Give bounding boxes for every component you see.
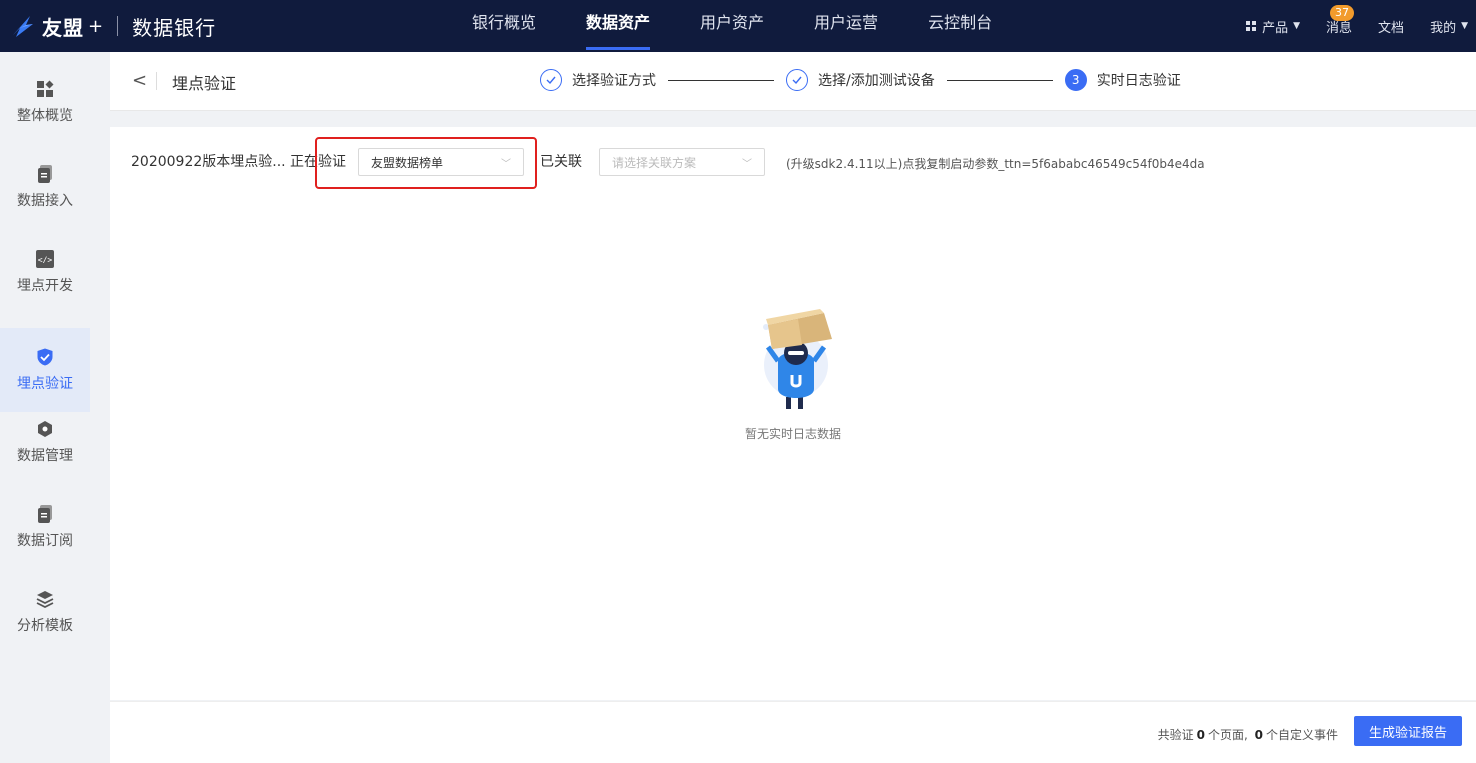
docs-label: 文档 (1378, 20, 1405, 36)
dashboard-icon (35, 79, 55, 99)
back-button[interactable]: < (132, 70, 147, 91)
stat-suffix: 个自定义事件 (1265, 728, 1338, 742)
nav-user-operations[interactable]: 用户运营 (814, 0, 878, 52)
verification-stats: 共验证 0 个页面, 0 个自定义事件 (1158, 726, 1338, 743)
brand-name: 友盟 (42, 15, 84, 40)
apps-grid-icon (1246, 21, 1257, 31)
mine-label: 我的 (1430, 20, 1457, 36)
page-title: 埋点验证 (172, 74, 237, 93)
stat-prefix: 共验证 (1157, 728, 1194, 742)
sidebar: 整体概览 数据接入 </> 埋点开发 埋点验证 数据管理 数据订阅 分析模板 (0, 52, 90, 762)
session-status: 20200922版本埋点验... 正在验证 (131, 154, 347, 170)
hexagon-icon (35, 419, 55, 439)
step-label: 选择验证方式 (572, 73, 656, 89)
svg-text:</>: </> (38, 256, 53, 265)
nav-bank-overview[interactable]: 银行概览 (472, 0, 536, 52)
step-1[interactable]: 选择验证方式 (540, 69, 656, 91)
nav-cloud-console[interactable]: 云控制台 (928, 0, 992, 52)
document-icon (35, 164, 55, 184)
logo-divider (117, 16, 119, 36)
product-menu-label: 产品 (1262, 20, 1289, 36)
logo[interactable]: 友盟 + 数据银行 (10, 0, 216, 52)
top-right-menu: 产品 ▼ 消息 37 文档 我的 ▼ (1246, 0, 1476, 52)
sidebar-item-tracking-dev[interactable]: </> 埋点开发 (0, 230, 90, 314)
empty-state-illustration-icon (758, 305, 838, 415)
caret-down-icon: ▼ (1293, 21, 1301, 31)
umeng-logo-icon (10, 13, 36, 39)
step-3[interactable]: 3 实时日志验证 (1064, 69, 1181, 91)
generate-report-button[interactable]: 生成验证报告 (1354, 716, 1462, 746)
check-icon (540, 69, 562, 91)
scheme-select[interactable]: 请选择关联方案 ﹀ (599, 148, 765, 176)
header-divider (156, 72, 157, 90)
main-content: 20200922版本埋点验... 正在验证 友盟数据榜单 ﹀ 已关联 请选择关联… (110, 127, 1476, 700)
check-icon (786, 69, 808, 91)
docs-link[interactable]: 文档 (1378, 17, 1404, 36)
document-icon (35, 504, 55, 524)
messages-link[interactable]: 消息 37 (1326, 4, 1355, 36)
sidebar-item-label: 埋点验证 (17, 376, 73, 392)
highlight-box (315, 137, 537, 189)
mine-menu[interactable]: 我的 ▼ (1430, 17, 1468, 36)
sidebar-item-label: 分析模板 (17, 618, 73, 634)
shield-check-icon (35, 347, 55, 367)
sidebar-item-label: 整体概览 (17, 108, 73, 124)
nav-data-assets[interactable]: 数据资产 (586, 0, 651, 52)
linked-label: 已关联 (540, 154, 582, 170)
empty-state-text: 暂无实时日志数据 (744, 427, 841, 441)
steps: 选择验证方式 选择/添加测试设备 3 实时日志验证 (540, 69, 1181, 91)
step-number: 3 (1064, 69, 1087, 91)
events-count: 0 (1254, 728, 1263, 742)
sidebar-item-label: 数据订阅 (17, 533, 73, 549)
sidebar-item-label: 数据管理 (17, 448, 73, 464)
step-2[interactable]: 选择/添加测试设备 (786, 69, 935, 91)
pages-count: 0 (1196, 728, 1205, 742)
footer-bar: 共验证 0 个页面, 0 个自定义事件 生成验证报告 (110, 701, 1476, 763)
product-name: 数据银行 (132, 15, 217, 40)
product-menu[interactable]: 产品 ▼ (1246, 17, 1300, 36)
sidebar-item-analysis-templates[interactable]: 分析模板 (0, 570, 90, 654)
scheme-select-placeholder: 请选择关联方案 (612, 155, 697, 170)
code-icon: </> (35, 249, 55, 269)
brand-plus: + (88, 15, 104, 37)
page-header: < 埋点验证 选择验证方式 选择/添加测试设备 3 实时日志验证 (110, 52, 1476, 111)
layers-icon (35, 589, 55, 609)
step-connector (668, 79, 774, 81)
step-label: 选择/添加测试设备 (818, 73, 935, 89)
chevron-down-icon: ﹀ (742, 159, 752, 170)
nav-user-assets[interactable]: 用户资产 (700, 0, 764, 52)
top-bar: 友盟 + 数据银行 银行概览 数据资产 用户资产 用户运营 云控制台 产品 ▼ … (0, 0, 1476, 52)
copy-params-hint[interactable]: (升级sdk2.4.11以上)点我复制启动参数_ttn=5f6ababc4654… (786, 155, 1205, 172)
step-connector (946, 79, 1053, 81)
caret-down-icon: ▼ (1461, 21, 1468, 31)
sidebar-item-data-subscription[interactable]: 数据订阅 (0, 485, 90, 569)
messages-badge: 37 (1330, 4, 1355, 21)
sidebar-item-data-access[interactable]: 数据接入 (0, 145, 90, 229)
main-nav: 银行概览 数据资产 用户资产 用户运营 云控制台 (472, 0, 1042, 52)
step-label: 实时日志验证 (1096, 73, 1181, 89)
sidebar-item-data-management[interactable]: 数据管理 (0, 400, 90, 484)
sidebar-item-label: 数据接入 (17, 193, 73, 209)
stat-mid: 个页面, (1207, 728, 1248, 742)
sidebar-item-label: 埋点开发 (17, 278, 73, 294)
sidebar-item-overview[interactable]: 整体概览 (0, 60, 90, 144)
